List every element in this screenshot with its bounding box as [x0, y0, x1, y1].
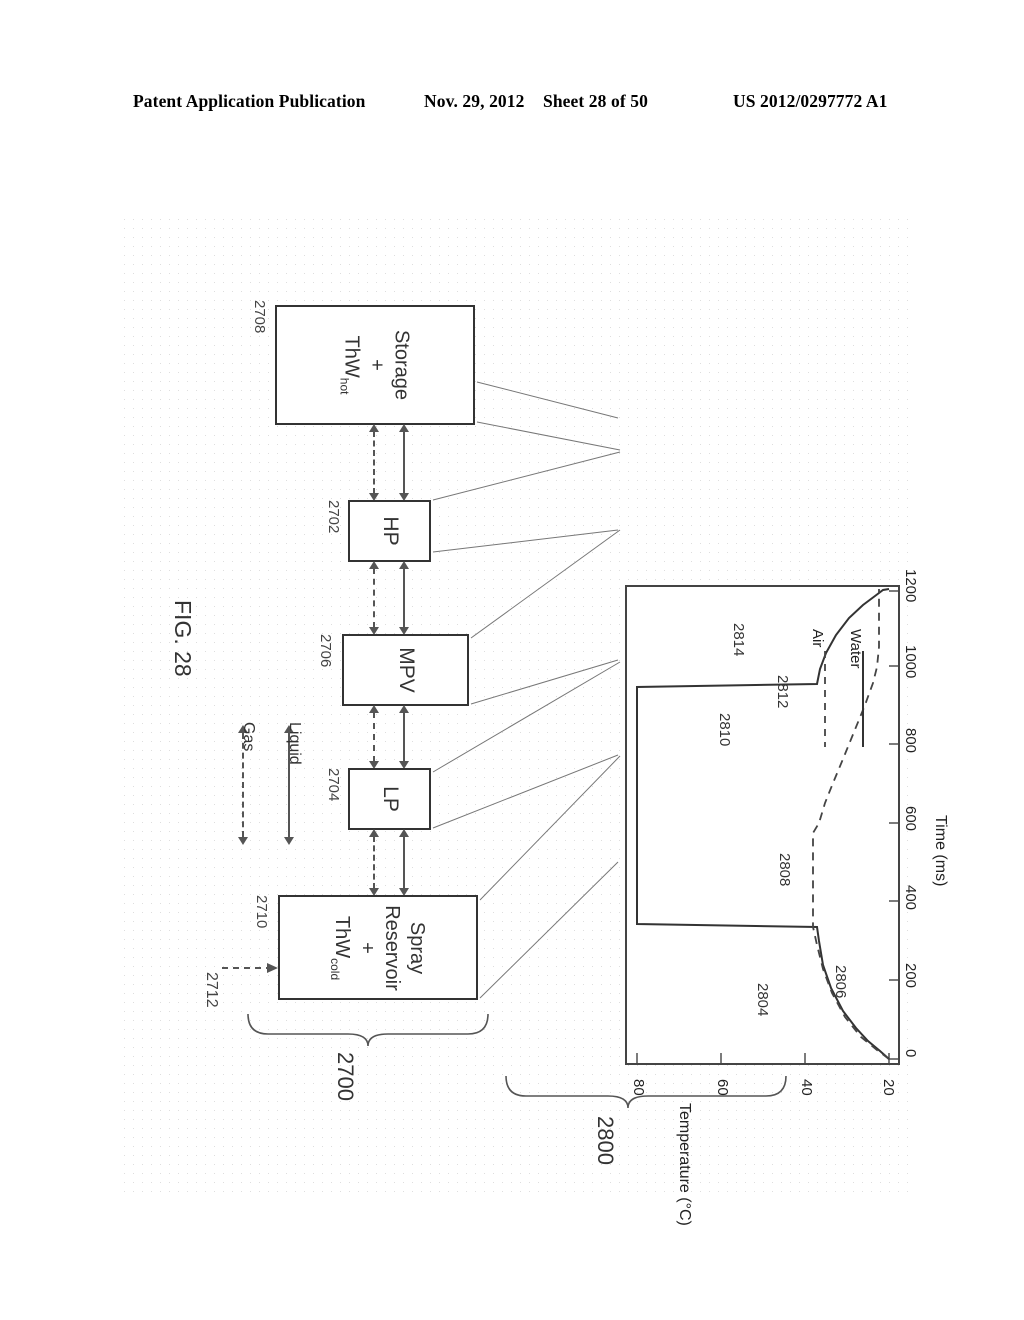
block-mpv: MPV: [342, 634, 469, 706]
block-storage-label: Storage + ThWhot: [337, 329, 413, 401]
ref-2710: 2710: [253, 895, 270, 929]
block-hp-label: HP: [378, 516, 402, 546]
flow-arrow-gas-lp-spray: [368, 829, 380, 896]
ref-2700: 2700: [333, 1052, 358, 1101]
xtick-1200: 1200: [902, 569, 919, 603]
x-axis-title: Time (ms): [932, 815, 949, 887]
legend-air-label: Air: [809, 629, 826, 648]
ref-2800: 2800: [593, 1116, 618, 1165]
ref-2814: 2814: [730, 623, 747, 657]
xtick-600: 600: [902, 806, 919, 832]
block-lp-label: LP: [378, 786, 402, 812]
block-lp: LP: [348, 768, 431, 830]
flow-type-legend: Gas Liquid: [225, 700, 305, 870]
ref-2808: 2808: [776, 853, 793, 887]
inlet-arrow: [222, 963, 278, 973]
xtick-800: 800: [902, 728, 919, 754]
block-storage: Storage + ThWhot: [275, 305, 475, 425]
legend-water-label: Water: [847, 629, 864, 669]
xtick-200: 200: [902, 963, 919, 989]
flow-arrow-liquid-hp-mpv: [398, 561, 410, 635]
publication-date: Nov. 29, 2012: [424, 90, 525, 111]
flow-arrow-liquid-storage-hp: [398, 424, 410, 501]
block-spray-reservoir: Spray Reservoir + ThWcold: [278, 895, 478, 1000]
bracket-group: [247, 1013, 787, 1109]
patent-number: US 2012/0297772 A1: [733, 90, 888, 111]
ref-2702: 2702: [325, 500, 342, 534]
ref-2812: 2812: [774, 675, 791, 709]
ref-2708: 2708: [251, 300, 268, 334]
ref-2806: 2806: [832, 965, 849, 999]
ref-2706: 2706: [317, 634, 334, 668]
flow-arrow-gas-storage-hp: [368, 424, 380, 501]
ref-2704: 2704: [325, 768, 342, 802]
flow-arrow-gas-mpv-lp: [368, 705, 380, 769]
block-hp: HP: [348, 500, 431, 562]
flow-arrow-gas-hp-mpv: [368, 561, 380, 635]
block-mpv-label: MPV: [394, 647, 418, 693]
xtick-400: 400: [902, 885, 919, 911]
sheet-number: Sheet 28 of 50: [543, 90, 648, 111]
temperature-time-chart: 0 200 400 600 800 1000 1200 Time (ms) 80…: [625, 569, 949, 1226]
page-header: Patent Application Publication Nov. 29, …: [0, 88, 1024, 114]
figure-drawing: FIG. 28 Storage + ThWhot 2708 HP 2702 MP…: [120, 200, 949, 1226]
xtick-1000: 1000: [902, 645, 919, 679]
ref-2810: 2810: [716, 713, 733, 747]
flow-arrow-liquid-mpv-lp: [398, 705, 410, 769]
figure-caption: FIG. 28: [170, 600, 196, 677]
legend-liquid-label: Liquid: [286, 722, 303, 765]
flow-arrow-liquid-lp-spray: [398, 829, 410, 896]
legend-gas-label: Gas: [240, 722, 257, 752]
publication-label: Patent Application Publication: [133, 90, 366, 111]
block-spray-label: Spray Reservoir + ThWcold: [328, 904, 428, 991]
